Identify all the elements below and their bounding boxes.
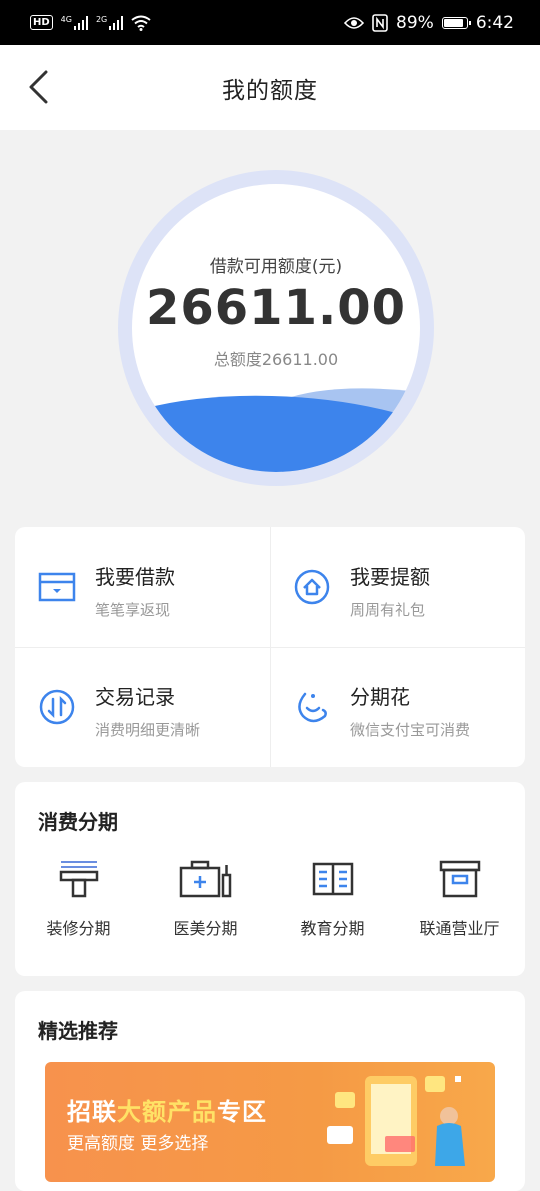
renovation-installment-label: 装修分期	[46, 919, 111, 938]
hd-badge: HD	[30, 15, 53, 30]
raise-limit-subtitle: 周周有礼包	[350, 601, 426, 619]
raise-limit-button[interactable]: 我要提额 周周有礼包	[270, 527, 525, 647]
banner-title: 招联大额产品专区	[67, 1092, 267, 1127]
large-loan-banner[interactable]: 招联大额产品专区 更高额度 更多选择	[45, 1062, 495, 1182]
education-installment-label: 教育分期	[300, 919, 365, 938]
eye-icon	[344, 16, 365, 29]
transaction-records-title: 交易记录	[95, 685, 175, 709]
phone-illustration-icon	[327, 1076, 465, 1166]
back-button[interactable]	[18, 67, 58, 107]
renovation-installment-button[interactable]: 装修分期	[15, 857, 142, 939]
available-quota-amount: 26611.00	[145, 280, 407, 336]
installment-section-title: 消费分期	[38, 810, 118, 834]
installment-spend-button[interactable]: 分期花 微信支付宝可消费	[270, 647, 525, 767]
banner-subtitle: 更高额度 更多选择	[67, 1134, 209, 1154]
wave-graphic	[132, 388, 420, 472]
medical-beauty-installment-button[interactable]: 医美分期	[142, 857, 269, 939]
borrow-button[interactable]: 我要借款 笔笔享返现	[15, 527, 270, 647]
wifi-icon	[131, 15, 151, 31]
chevron-left-icon	[29, 70, 48, 104]
installment-spend-subtitle: 微信支付宝可消费	[350, 721, 471, 739]
banner-title-post: 专区	[217, 1098, 267, 1126]
nfc-icon	[372, 13, 388, 32]
status-bar: HD 4G 2G 89% 6:42	[0, 0, 540, 45]
transfer-icon	[37, 687, 77, 727]
battery-icon	[441, 16, 471, 29]
education-installment-button[interactable]: 教育分期	[269, 857, 396, 939]
installment-spend-title: 分期花	[350, 685, 410, 709]
wallet-icon	[37, 567, 77, 607]
book-icon	[303, 857, 363, 901]
unicom-store-button[interactable]: 联通营业厅	[396, 857, 523, 939]
battery-percent: 89%	[396, 12, 434, 33]
quota-circle: 借款可用额度(元) 26611.00 总额度26611.00	[118, 170, 434, 486]
banner-title-highlight: 大额产品	[117, 1098, 217, 1126]
signal-4g-icon: 4G	[60, 14, 88, 30]
actions-card: 我要借款 笔笔享返现 我要提额 周周有礼包 交易记录 消费明细更清晰 分期花 微…	[15, 527, 525, 767]
net-type-2: 2G	[95, 14, 108, 24]
medical-beauty-installment-label: 医美分期	[173, 919, 238, 938]
transaction-records-button[interactable]: 交易记录 消费明细更清晰	[15, 647, 270, 767]
signal-2g-icon: 2G	[95, 14, 124, 30]
medical-kit-icon	[176, 857, 236, 901]
recommend-card: 精选推荐 招联大额产品专区 更高额度 更多选择	[15, 991, 525, 1191]
net-type-1: 4G	[60, 14, 72, 24]
installment-card: 消费分期 装修分期 医美分期 教育分期 联通营业厅	[15, 782, 525, 976]
home-up-icon	[292, 567, 332, 607]
paint-roller-icon	[49, 857, 109, 901]
transaction-records-subtitle: 消费明细更清晰	[95, 721, 201, 739]
page-title: 我的额度	[222, 77, 318, 104]
recommend-section-title: 精选推荐	[38, 1019, 118, 1043]
unicom-store-label: 联通营业厅	[419, 919, 500, 938]
borrow-title: 我要借款	[95, 565, 175, 589]
app-header: 我的额度	[0, 45, 540, 130]
borrow-subtitle: 笔笔享返现	[95, 601, 171, 619]
total-quota: 总额度26611.00	[213, 350, 339, 369]
available-quota-label: 借款可用额度(元)	[209, 257, 343, 277]
moon-icon	[292, 687, 332, 727]
clock: 6:42	[475, 12, 514, 33]
banner-title-pre: 招联	[67, 1098, 117, 1126]
store-box-icon	[430, 857, 490, 901]
raise-limit-title: 我要提额	[350, 565, 430, 589]
